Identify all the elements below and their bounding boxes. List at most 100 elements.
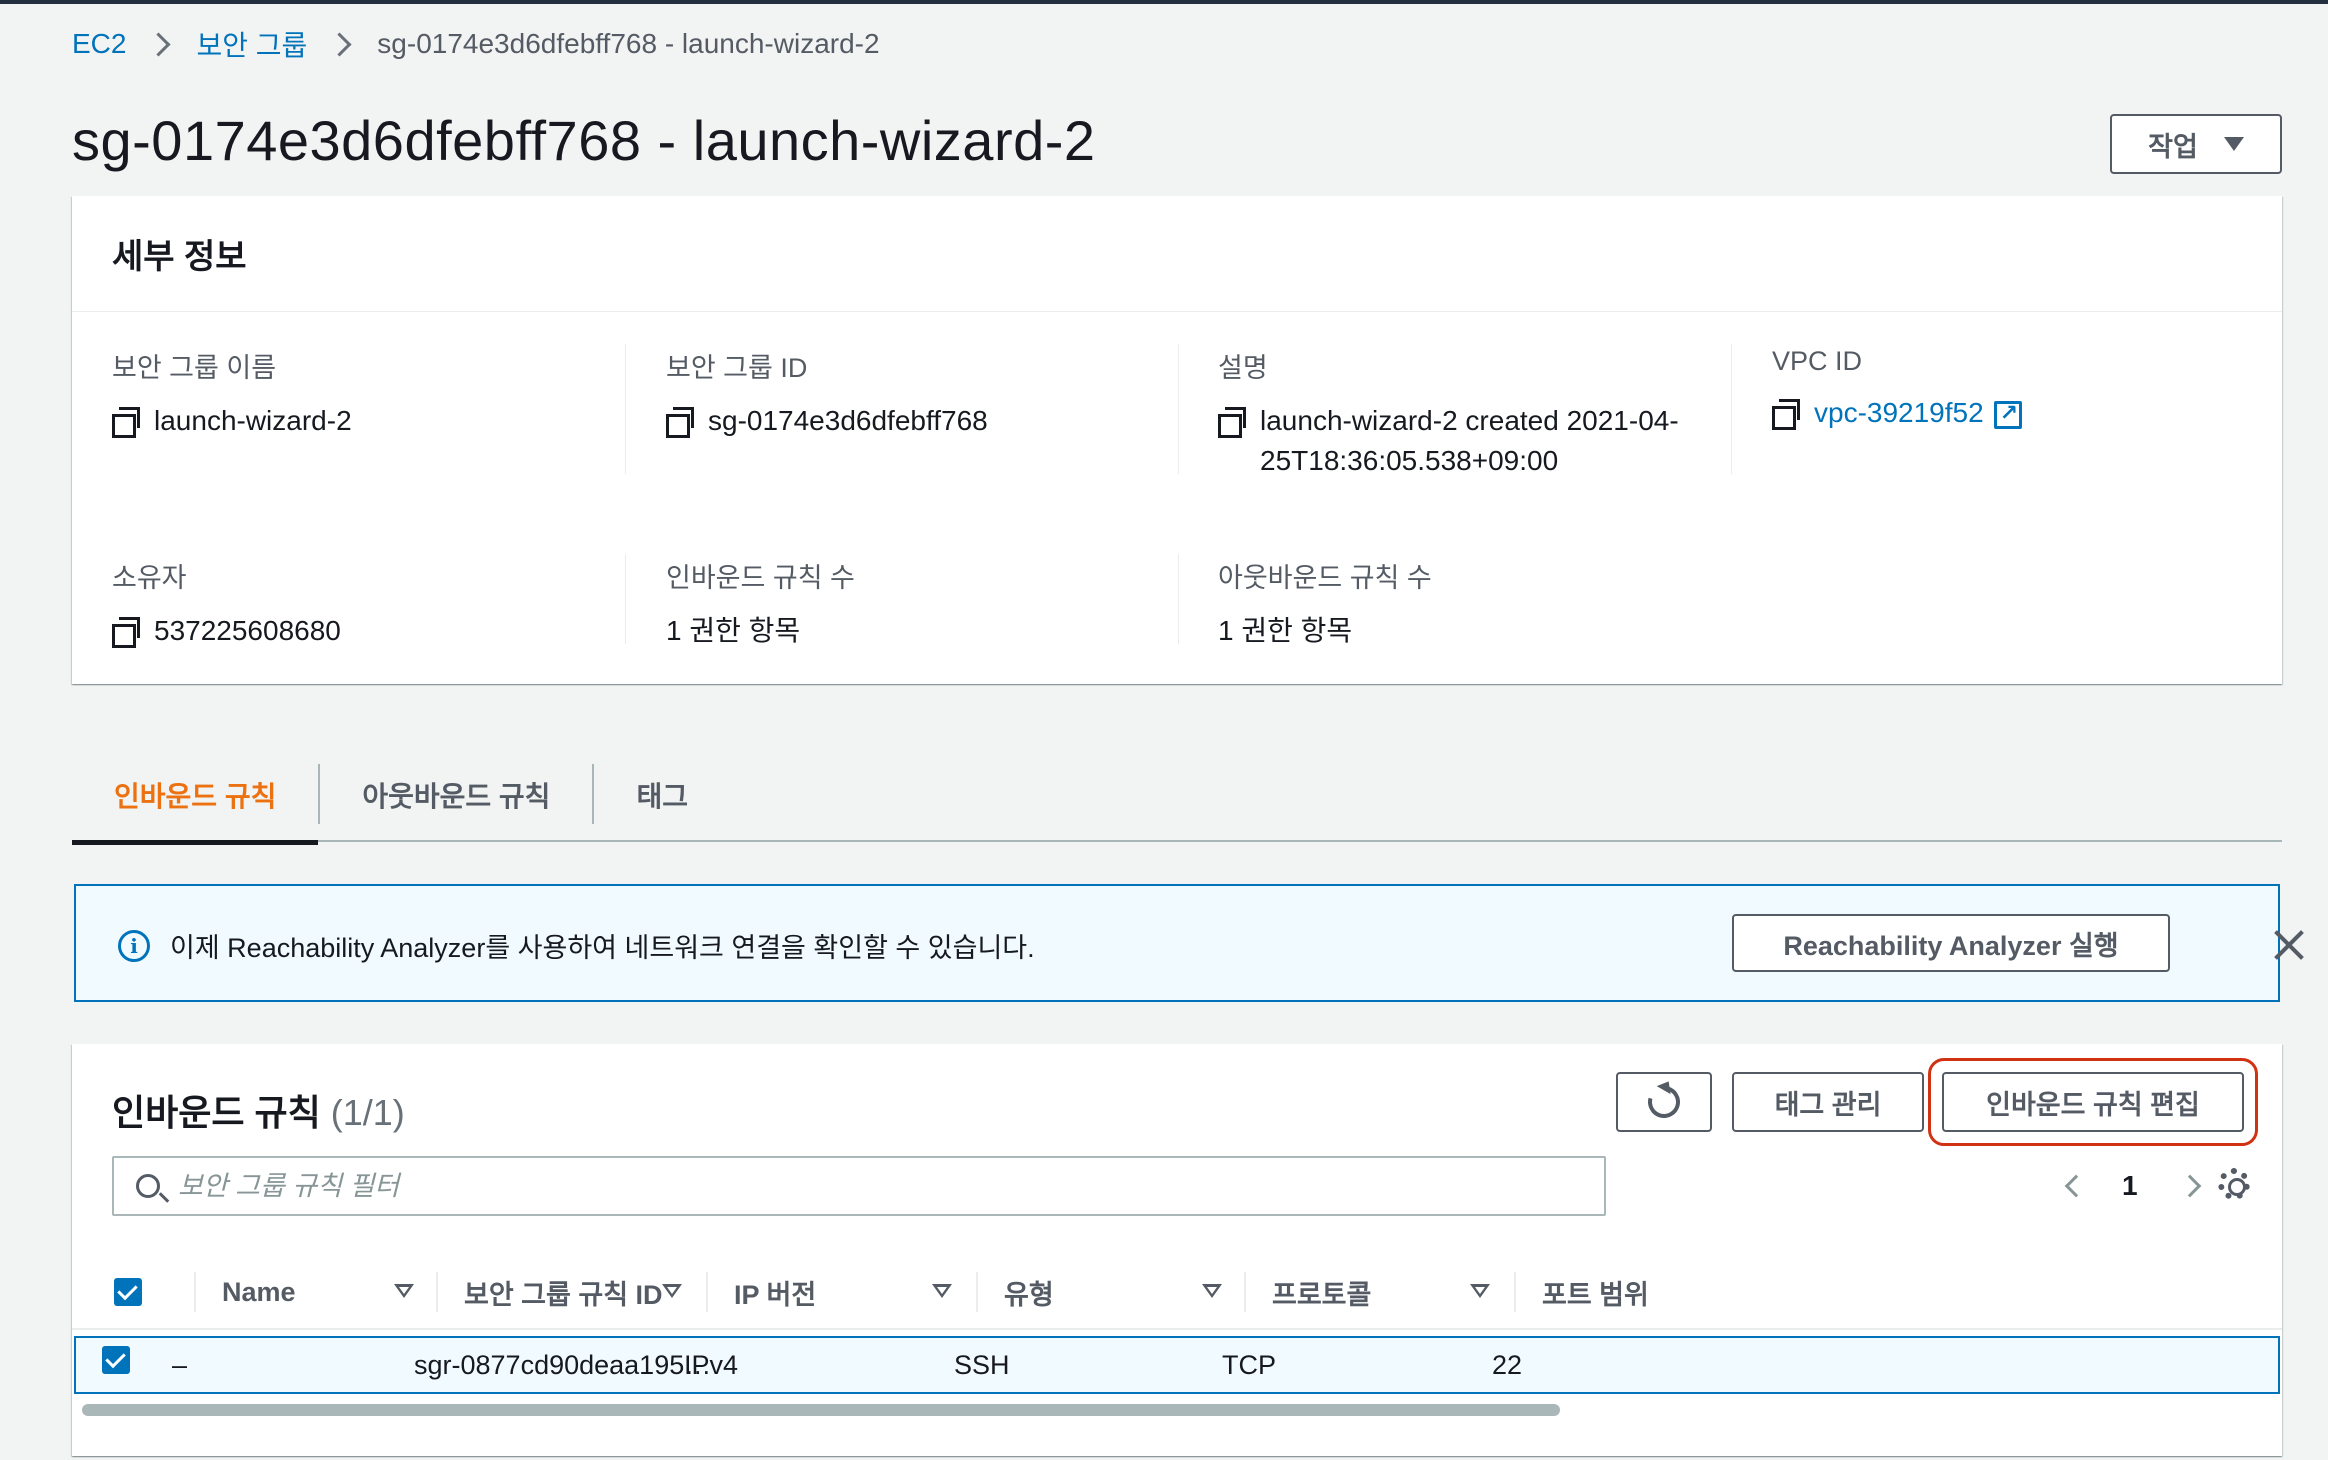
sg-id-value: sg-0174e3d6dfebff768 bbox=[708, 405, 988, 436]
table-row[interactable]: – sgr-0877cd90deaa195… IPv4 SSH TCP 22 bbox=[74, 1336, 2280, 1394]
details-panel: 세부 정보 보안 그룹 이름 launch-wizard-2 보안 그룹 ID … bbox=[72, 196, 2282, 684]
field-value: 1 권한 항목 bbox=[666, 615, 801, 646]
field-value: 537225608680 bbox=[112, 611, 612, 651]
tab-bar: 인바운드 규칙 아웃바운드 규칙 태그 bbox=[72, 748, 2282, 845]
inbound-rules-panel: 인바운드 규칙(1/1) 태그 관리 인바운드 규칙 편집 1 Name 보안 … bbox=[72, 1044, 2282, 1456]
field-sg-name: 보안 그룹 이름 launch-wizard-2 bbox=[112, 346, 612, 441]
field-value: vpc-39219f52 bbox=[1772, 393, 2272, 433]
manage-tags-button[interactable]: 태그 관리 bbox=[1732, 1072, 1924, 1132]
column-divider bbox=[706, 1272, 708, 1312]
chevron-right-icon bbox=[335, 32, 349, 56]
tab-inbound-rules[interactable]: 인바운드 규칙 bbox=[72, 748, 319, 845]
field-label: 소유자 bbox=[112, 563, 187, 593]
column-divider bbox=[1731, 344, 1732, 474]
table-header: Name 보안 그룹 규칙 ID IP 버전 유형 프로토콜 포트 범위 bbox=[72, 1254, 2282, 1330]
column-divider bbox=[625, 344, 626, 474]
column-divider bbox=[1178, 554, 1179, 644]
column-header-type[interactable]: 유형 bbox=[1004, 1254, 1054, 1330]
tab-outbound-rules[interactable]: 아웃바운드 규칙 bbox=[320, 748, 592, 842]
cell-type: SSH bbox=[954, 1350, 1010, 1380]
sort-icon[interactable] bbox=[932, 1284, 952, 1298]
column-divider bbox=[1514, 1272, 1516, 1312]
field-value: 1 권한 항목 bbox=[1218, 615, 1353, 646]
external-link-icon[interactable] bbox=[1993, 393, 2022, 433]
field-label: 인바운드 규칙 수 bbox=[666, 563, 855, 593]
rules-count: (1/1) bbox=[330, 1092, 405, 1133]
sort-icon[interactable] bbox=[1202, 1284, 1222, 1298]
column-header-rule-id[interactable]: 보안 그룹 규칙 ID bbox=[464, 1254, 663, 1330]
row-checkbox[interactable] bbox=[102, 1346, 130, 1374]
column-header-name[interactable]: Name bbox=[222, 1254, 296, 1330]
top-border bbox=[0, 0, 2328, 4]
field-label: 보안 그룹 이름 bbox=[112, 353, 277, 383]
breadcrumb-ec2[interactable]: EC2 bbox=[72, 28, 126, 60]
copy-icon[interactable] bbox=[1218, 407, 1246, 438]
column-divider bbox=[436, 1272, 438, 1312]
field-label: VPC ID bbox=[1772, 346, 1863, 376]
field-vpc-id: VPC ID vpc-39219f52 bbox=[1772, 346, 2272, 433]
pagination: 1 bbox=[1992, 1164, 2222, 1208]
gear-icon[interactable] bbox=[2218, 1168, 2250, 1200]
tab-tags[interactable]: 태그 bbox=[594, 748, 730, 842]
reachability-analyzer-button[interactable]: Reachability Analyzer 실행 bbox=[1732, 914, 2170, 972]
field-outbound-count: 아웃바운드 규칙 수 1 권한 항목 bbox=[1218, 556, 1718, 651]
sort-icon[interactable] bbox=[1470, 1284, 1490, 1298]
column-header-port-range[interactable]: 포트 범위 bbox=[1542, 1254, 1662, 1330]
refresh-button[interactable] bbox=[1616, 1072, 1712, 1132]
column-divider bbox=[1178, 344, 1179, 474]
rules-title: 인바운드 규칙 (1/1) bbox=[112, 1084, 405, 1136]
actions-label: 작업 bbox=[2148, 131, 2198, 162]
rule-filter bbox=[112, 1156, 1606, 1216]
field-owner: 소유자 537225608680 bbox=[112, 556, 612, 651]
close-icon[interactable] bbox=[2272, 928, 2306, 962]
copy-icon[interactable] bbox=[112, 617, 140, 648]
page-title: sg-0174e3d6dfebff768 - launch-wizard-2 bbox=[72, 109, 1096, 172]
sort-icon[interactable] bbox=[662, 1284, 682, 1298]
flash-message: 이제 Reachability Analyzer를 사용하여 네트워크 연결을 … bbox=[170, 933, 1035, 963]
column-divider bbox=[625, 554, 626, 644]
refresh-icon bbox=[1642, 1080, 1686, 1124]
horizontal-scrollbar[interactable] bbox=[82, 1404, 1560, 1416]
vpc-id-link[interactable]: vpc-39219f52 bbox=[1814, 393, 1984, 433]
cell-port-range: 22 bbox=[1492, 1350, 1523, 1380]
info-icon: i bbox=[118, 930, 150, 962]
field-value: launch-wizard-2 bbox=[112, 401, 612, 441]
rules-title-text: 인바운드 규칙 bbox=[112, 1092, 321, 1133]
breadcrumb: EC2 보안 그룹 sg-0174e3d6dfebff768 - launch-… bbox=[72, 24, 880, 64]
breadcrumb-security-groups[interactable]: 보안 그룹 bbox=[196, 24, 307, 64]
copy-icon[interactable] bbox=[1772, 399, 1800, 430]
copy-icon[interactable] bbox=[666, 407, 694, 438]
field-inbound-count: 인바운드 규칙 수 1 권한 항목 bbox=[666, 556, 1166, 651]
column-header-protocol[interactable]: 프로토콜 bbox=[1272, 1254, 1371, 1330]
column-header-ip-version[interactable]: IP 버전 bbox=[734, 1254, 816, 1330]
description-value: launch-wizard-2 created 2021-04-25T18:36… bbox=[1260, 405, 1679, 476]
chevron-right-icon[interactable] bbox=[2178, 1174, 2201, 1198]
field-value: sg-0174e3d6dfebff768 bbox=[666, 401, 1166, 441]
cell-name: – bbox=[172, 1350, 188, 1380]
column-divider bbox=[976, 1272, 978, 1312]
page-number[interactable]: 1 bbox=[2122, 1170, 2138, 1202]
chevron-left-icon[interactable] bbox=[2064, 1174, 2088, 1198]
highlight-annotation bbox=[1928, 1058, 2258, 1146]
details-header: 세부 정보 bbox=[72, 196, 2282, 312]
field-sg-id: 보안 그룹 ID sg-0174e3d6dfebff768 bbox=[666, 346, 1166, 441]
sg-name-value: launch-wizard-2 bbox=[154, 405, 352, 436]
field-label: 아웃바운드 규칙 수 bbox=[1218, 563, 1432, 593]
column-divider bbox=[194, 1272, 196, 1312]
actions-button[interactable]: 작업 bbox=[2110, 114, 2282, 174]
field-label: 설명 bbox=[1218, 353, 1268, 383]
field-description: 설명 launch-wizard-2 created 2021-04-25T18… bbox=[1218, 346, 1688, 481]
caret-down-icon bbox=[2223, 137, 2244, 151]
field-label: 보안 그룹 ID bbox=[666, 353, 808, 383]
select-all-checkbox[interactable] bbox=[114, 1278, 142, 1306]
search-input[interactable] bbox=[178, 1158, 1578, 1214]
breadcrumb-current: sg-0174e3d6dfebff768 - launch-wizard-2 bbox=[377, 28, 880, 59]
search-icon bbox=[136, 1174, 160, 1198]
cell-rule-id[interactable]: sgr-0877cd90deaa195… bbox=[414, 1350, 711, 1381]
field-value: launch-wizard-2 created 2021-04-25T18:36… bbox=[1218, 401, 1688, 481]
chevron-right-icon bbox=[154, 32, 168, 56]
copy-icon[interactable] bbox=[112, 407, 140, 438]
details-heading: 세부 정보 bbox=[112, 238, 247, 276]
sort-icon[interactable] bbox=[394, 1284, 414, 1298]
cell-protocol: TCP bbox=[1222, 1350, 1276, 1380]
